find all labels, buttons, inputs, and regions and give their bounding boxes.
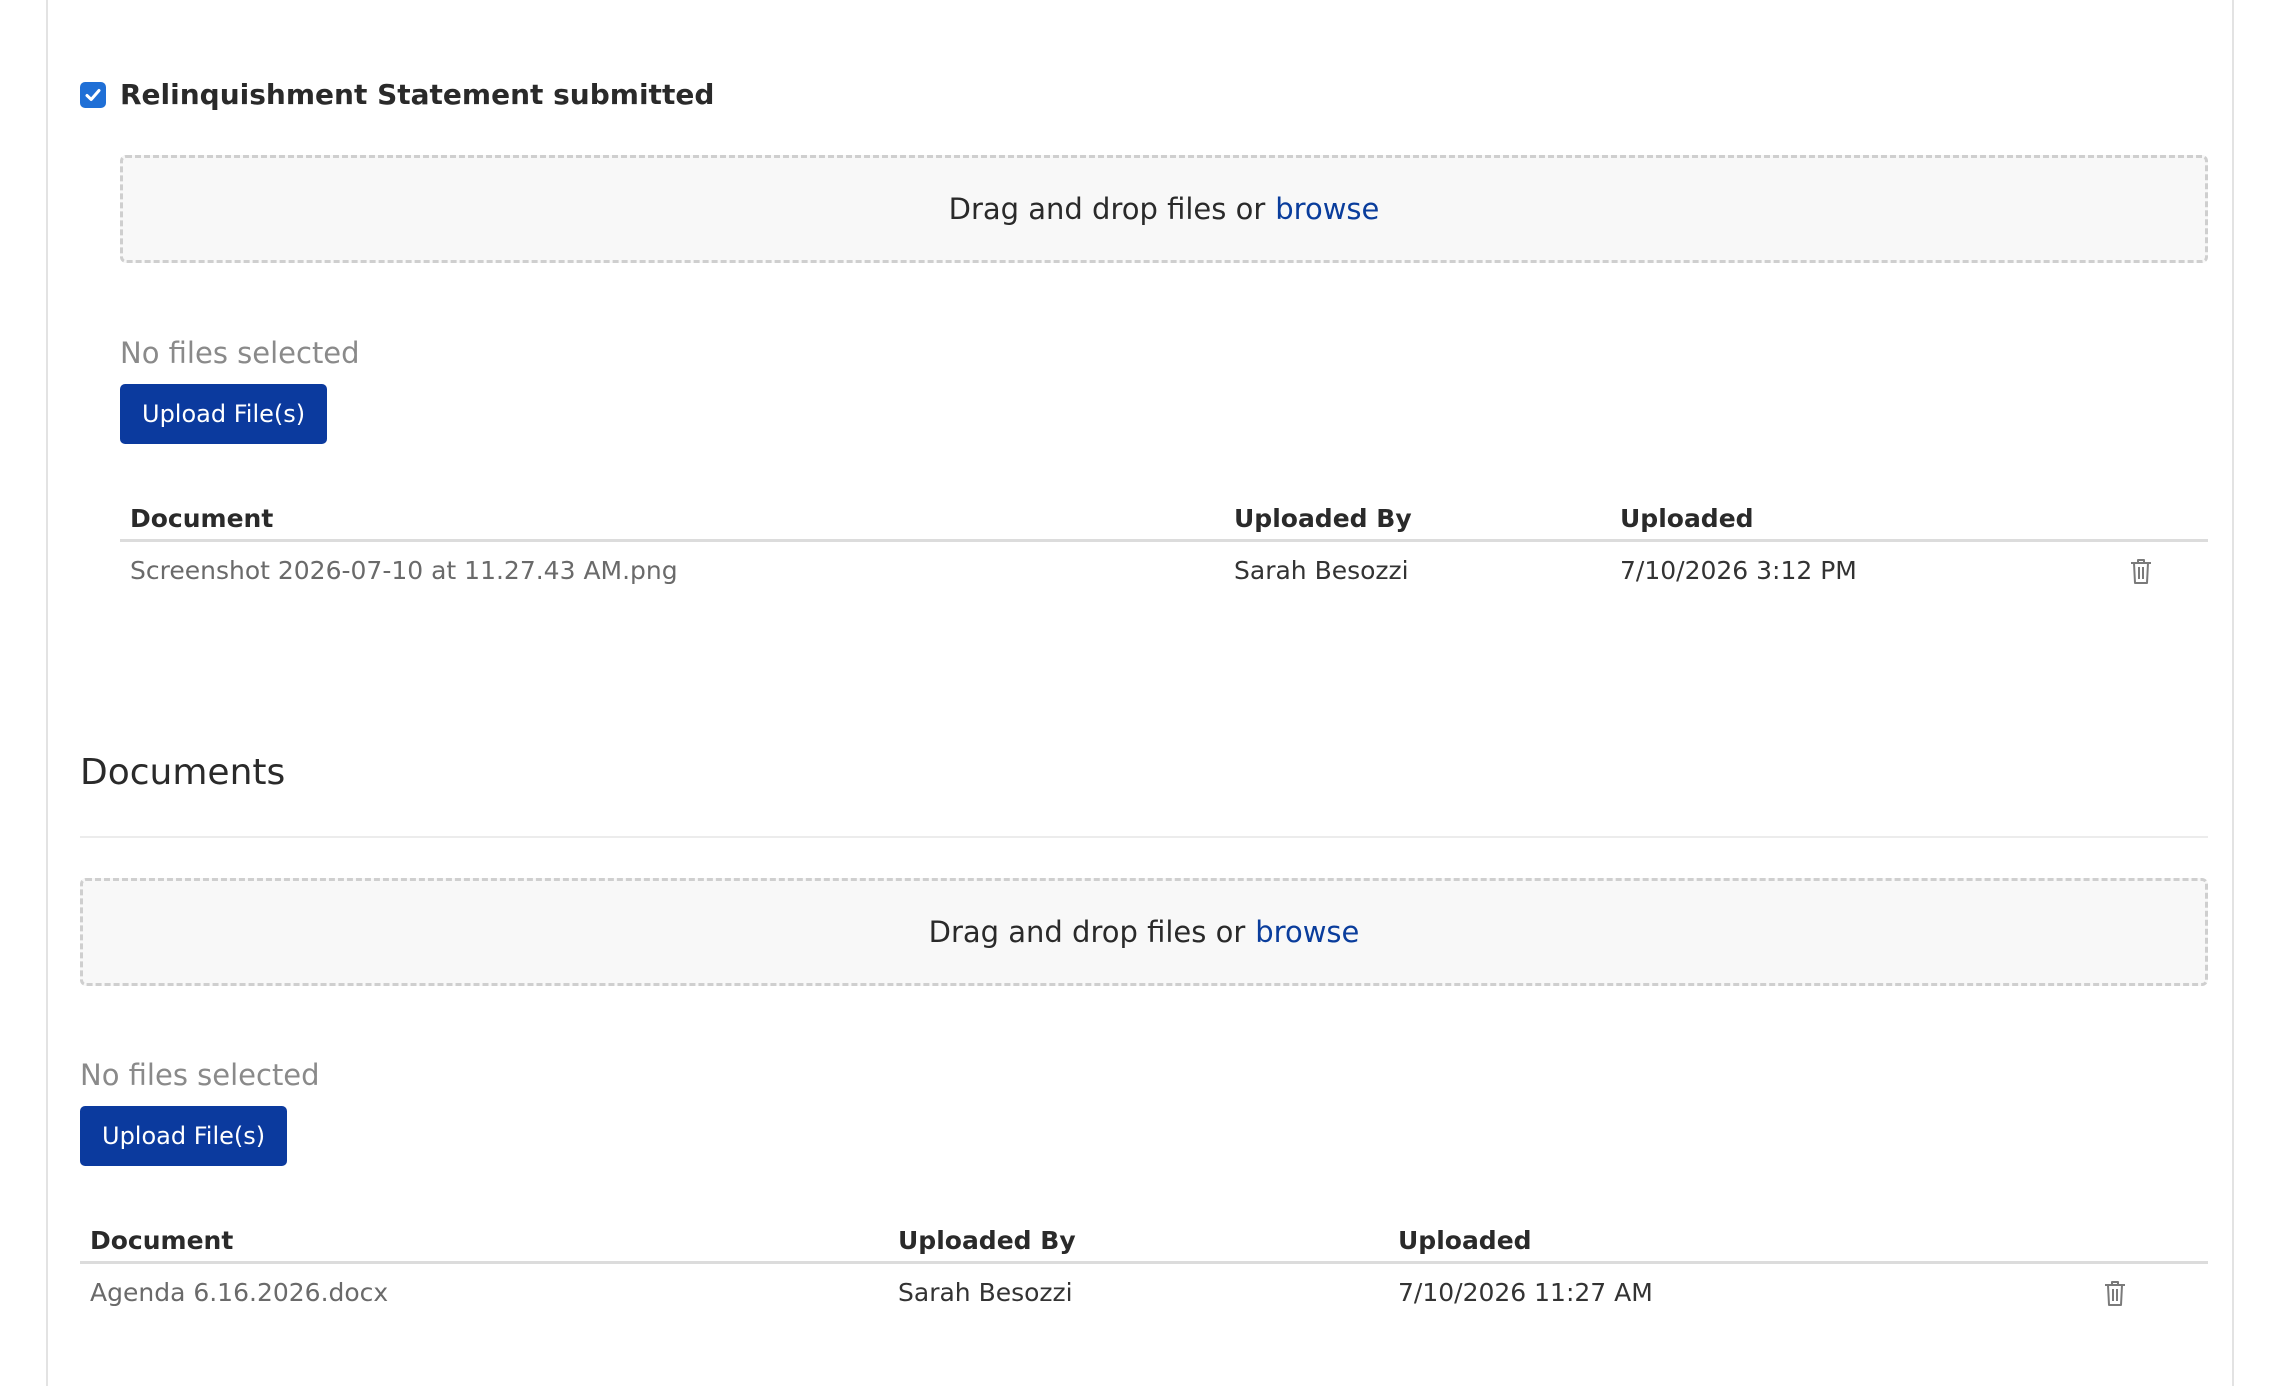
dropzone-text: Drag and drop files or	[948, 192, 1266, 226]
no-files-text: No files selected	[80, 1058, 320, 1092]
trash-icon[interactable]	[2102, 1278, 2128, 1308]
relinquishment-checkbox-label: Relinquishment Statement submitted	[120, 78, 715, 111]
section-divider	[80, 836, 2208, 838]
row-uploaded: 7/10/2026 11:27 AM	[1398, 1278, 1653, 1307]
upload-files-button[interactable]: Upload File(s)	[80, 1106, 288, 1166]
documents-dropzone[interactable]: Drag and drop files or browse	[80, 878, 2208, 986]
trash-icon[interactable]	[2128, 556, 2154, 586]
documents-section-title: Documents	[80, 752, 286, 793]
row-uploaded-by: Sarah Besozzi	[1234, 556, 1409, 585]
header-document: Document	[130, 504, 274, 533]
header-uploaded-by: Uploaded By	[898, 1226, 1076, 1255]
relinquishment-documents-table: Document Uploaded By Uploaded Screenshot…	[120, 494, 2208, 602]
upload-files-button[interactable]: Upload File(s)	[120, 384, 328, 444]
table-header: Document Uploaded By Uploaded	[80, 1216, 2208, 1264]
row-document[interactable]: Screenshot 2026-07-10 at 11.27.43 AM.png	[130, 556, 678, 585]
table-row: Screenshot 2026-07-10 at 11.27.43 AM.png…	[120, 542, 2208, 602]
browse-link[interactable]: browse	[1275, 192, 1379, 226]
table-row: Agenda 6.16.2026.docx Sarah Besozzi 7/10…	[80, 1264, 2208, 1324]
no-files-text: No files selected	[120, 336, 360, 370]
row-uploaded: 7/10/2026 3:12 PM	[1620, 556, 1857, 585]
dropzone-text: Drag and drop files or	[928, 915, 1246, 949]
row-uploaded-by: Sarah Besozzi	[898, 1278, 1073, 1307]
main-panel: Relinquishment Statement submitted Drag …	[46, 0, 2234, 1386]
relinquishment-checkbox-row[interactable]: Relinquishment Statement submitted	[80, 78, 714, 111]
relinquishment-dropzone[interactable]: Drag and drop files or browse	[120, 155, 2208, 263]
table-header: Document Uploaded By Uploaded	[120, 494, 2208, 542]
check-icon	[85, 88, 101, 101]
relinquishment-checkbox[interactable]	[80, 81, 106, 108]
header-uploaded: Uploaded	[1620, 504, 1754, 533]
row-document[interactable]: Agenda 6.16.2026.docx	[90, 1278, 388, 1307]
documents-table: Document Uploaded By Uploaded Agenda 6.1…	[80, 1216, 2208, 1324]
header-uploaded: Uploaded	[1398, 1226, 1532, 1255]
header-uploaded-by: Uploaded By	[1234, 504, 1412, 533]
browse-link[interactable]: browse	[1255, 915, 1359, 949]
header-document: Document	[90, 1226, 234, 1255]
